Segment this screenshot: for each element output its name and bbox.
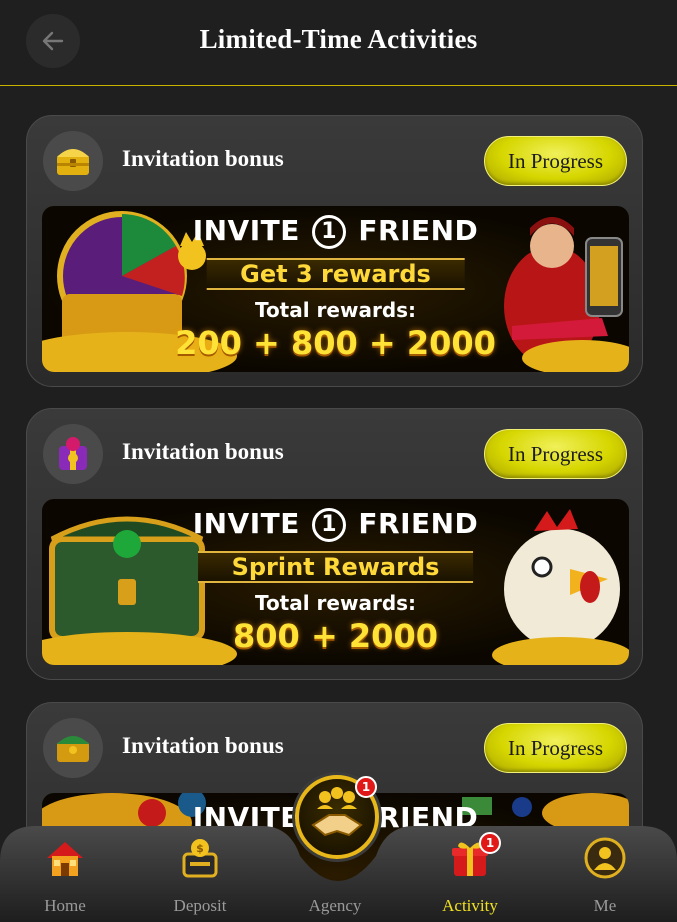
home-icon	[47, 842, 83, 876]
nav-label: Deposit	[173, 896, 227, 915]
agency-badge: 1	[355, 776, 377, 798]
status-button[interactable]: In Progress	[484, 136, 627, 186]
banner-headline: INVITE 1 FRIEND	[192, 214, 479, 249]
svg-text:$: $	[196, 842, 204, 855]
nav-activity[interactable]: Activity 1	[415, 832, 525, 918]
banner-headline: INVITE 1 FRIEND	[192, 507, 479, 542]
card-header: Invitation bonus In Progress	[27, 116, 642, 206]
gift-box-icon	[43, 424, 103, 484]
nav-label: Agency	[308, 896, 362, 915]
nav-deposit[interactable]: $ Deposit	[145, 832, 255, 918]
nav-label: Activity	[442, 896, 498, 915]
banner-total-label: Total rewards:	[254, 298, 417, 322]
nav-me[interactable]: Me	[550, 832, 660, 918]
card-title: Invitation bonus	[122, 146, 284, 171]
promo-banner[interactable]: INVITE 1 FRIEND Get 3 rewards Total rewa…	[42, 206, 629, 372]
status-button[interactable]: In Progress	[484, 429, 627, 479]
promo-banner[interactable]: INVITE 1 FRIEND Sprint Rewards Total rew…	[42, 499, 629, 665]
user-icon	[584, 837, 626, 879]
treasure-chest-icon	[43, 131, 103, 191]
activity-card[interactable]: Invitation bonus In Progress INVITE 1 FR…	[26, 115, 643, 387]
nav-label: Home	[44, 896, 86, 915]
banner-reward-values: 200 + 800 + 2000	[175, 324, 496, 362]
banner-ribbon: Sprint Rewards	[197, 551, 474, 583]
card-title: Invitation bonus	[122, 439, 284, 464]
page-title: Limited-Time Activities	[199, 24, 478, 54]
nav-home[interactable]: Home	[10, 832, 120, 918]
banner-total-label: Total rewards:	[254, 591, 417, 615]
nav-label: Me	[593, 896, 617, 915]
card-title: Invitation bonus	[122, 733, 284, 758]
treasure-chest-icon	[43, 718, 103, 778]
banner-ribbon: Get 3 rewards	[206, 258, 465, 290]
deposit-icon: $	[182, 839, 218, 878]
header-bar: Limited-Time Activities	[0, 0, 677, 86]
card-header: Invitation bonus In Progress	[27, 409, 642, 499]
activity-card[interactable]: Invitation bonus In Progress INVITE 1 FR…	[26, 408, 643, 680]
banner-reward-values: 800 + 2000	[233, 617, 438, 655]
status-button[interactable]: In Progress	[484, 723, 627, 773]
activity-badge: 1	[479, 832, 501, 854]
